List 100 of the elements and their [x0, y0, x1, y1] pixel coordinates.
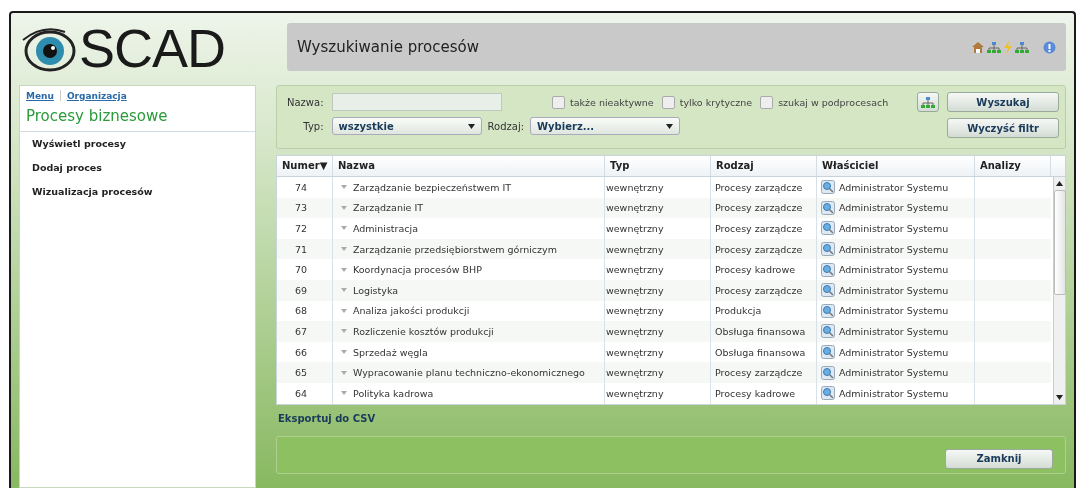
caret-icon — [341, 185, 347, 190]
table-cell: Administrator Systemu — [839, 325, 949, 337]
magnifier-icon[interactable] — [821, 303, 835, 318]
hierarchy-icon[interactable] — [987, 40, 1001, 54]
table-cell: wewnętrzny — [605, 197, 711, 219]
table-cell: 64 — [277, 382, 333, 404]
caret-icon — [341, 267, 347, 272]
column-header[interactable]: Numer▼ — [277, 156, 333, 176]
table-cell: Rozliczenie kosztów produkcji — [353, 325, 494, 337]
table-cell: Administrator Systemu — [839, 284, 949, 296]
table-cell: wewnętrzny — [605, 279, 711, 301]
column-header[interactable]: Nazwa — [333, 156, 605, 176]
table-cell: Procesy zarządcze — [711, 197, 817, 219]
checkbox-label: tylko krytyczne — [679, 96, 753, 108]
magnifier-icon[interactable] — [821, 180, 835, 195]
home-icon[interactable] — [971, 40, 985, 54]
table-cell: 69 — [277, 279, 333, 301]
export-link[interactable]: Eksportuj do CSV — [278, 412, 1064, 424]
scrollbar[interactable] — [1053, 177, 1065, 404]
name-field[interactable] — [331, 93, 502, 111]
magnifier-icon[interactable] — [821, 386, 835, 401]
nav-link[interactable]: Organizacja — [66, 90, 127, 101]
table-cell: 73 — [277, 197, 333, 219]
caret-icon — [341, 370, 347, 375]
field-label: Typ: — [302, 120, 324, 132]
magnifier-icon[interactable] — [821, 283, 835, 298]
help-icon[interactable] — [1043, 40, 1056, 54]
caret-icon — [341, 391, 347, 396]
magnifier-icon[interactable] — [821, 365, 835, 380]
kind-dropdown[interactable]: Wybierz... — [530, 117, 681, 135]
hierarchy-button[interactable] — [917, 92, 939, 112]
table-cell: 74 — [277, 177, 333, 198]
field-label: Nazwa: — [287, 96, 324, 108]
caret-icon — [341, 247, 347, 252]
checkbox[interactable] — [661, 95, 675, 109]
table-cell: wewnętrzny — [605, 362, 711, 383]
clear-filter-button[interactable]: Wyczyść filtr — [947, 118, 1059, 138]
close-button[interactable]: Zamknij — [945, 448, 1053, 469]
type-dropdown[interactable]: wszystkie — [331, 117, 482, 135]
sidebar-item[interactable]: Wizualizacja procesów — [20, 180, 255, 204]
magnifier-icon[interactable] — [821, 262, 835, 277]
table-cell: Procesy zarządcze — [711, 238, 817, 260]
hierarchy-icon[interactable] — [1015, 40, 1029, 54]
caret-icon — [666, 123, 674, 129]
sidebar-item[interactable]: Wyświetl procesy — [20, 132, 255, 156]
column-header[interactable]: Rodzaj — [711, 156, 817, 176]
column-header[interactable]: Analizy — [975, 156, 1051, 176]
magnifier-icon[interactable] — [821, 242, 835, 257]
scroll-up-icon[interactable] — [1056, 181, 1063, 186]
checkbox[interactable] — [552, 95, 565, 109]
caret-icon — [341, 308, 347, 313]
table-cell: Administrator Systemu — [839, 367, 949, 379]
caret-icon — [341, 329, 347, 334]
magnifier-icon[interactable] — [821, 345, 835, 360]
table-cell: Procesy kadrowe — [711, 382, 817, 404]
magnifier-icon[interactable] — [821, 324, 835, 339]
table-cell: Analiza jakości produkcji — [353, 305, 470, 317]
table-cell: Wypracowanie planu techniczno-ekonomicznego — [353, 367, 585, 379]
table-cell: Polityka kadrowa — [353, 387, 434, 399]
table-cell: wewnętrzny — [605, 177, 711, 198]
caret-icon — [467, 123, 475, 129]
column-header[interactable]: Właściciel — [817, 156, 975, 176]
nav-link[interactable]: Menu — [26, 90, 54, 101]
sidebar-title: Procesy biznesowe — [26, 107, 169, 125]
caret-icon — [341, 288, 347, 293]
caret-icon — [341, 226, 347, 231]
table-cell: wewnętrzny — [605, 259, 711, 280]
table-cell: Zarządzanie bezpieczeństwem IT — [353, 181, 512, 193]
table-cell: 65 — [277, 362, 333, 383]
field-label: Rodzaj: — [487, 120, 525, 132]
table-cell: 70 — [277, 259, 333, 280]
table-cell: Administrator Systemu — [839, 387, 949, 399]
search-button[interactable]: Wyszukaj — [947, 92, 1059, 112]
table-cell: Koordynacja procesów BHP — [353, 264, 482, 276]
table-cell: 72 — [277, 218, 333, 239]
sidebar-item[interactable]: Dodaj proces — [20, 156, 255, 180]
table-cell: Sprzedaż węgla — [353, 346, 428, 358]
table-cell: Administrator Systemu — [839, 346, 949, 358]
table-cell: Procesy kadrowe — [711, 259, 817, 280]
table-cell: Administrator Systemu — [839, 305, 949, 317]
checkbox-label: szukaj w podprocesach — [778, 96, 889, 108]
checkbox-label: także nieaktywne — [570, 96, 654, 108]
checkbox[interactable] — [760, 95, 774, 109]
logo-text: SCAD — [79, 21, 226, 75]
caret-icon — [341, 350, 347, 355]
table-cell: wewnętrzny — [605, 218, 711, 239]
hierarchy-icon — [921, 95, 935, 109]
magnifier-icon[interactable] — [821, 221, 835, 236]
table-cell: Procesy zarządcze — [711, 362, 817, 383]
table-cell: Procesy zarządcze — [711, 279, 817, 301]
table-cell: wewnętrzny — [605, 321, 711, 342]
column-header[interactable]: Typ — [605, 156, 711, 176]
table-cell: 71 — [277, 238, 333, 260]
table-cell: Administrator Systemu — [839, 181, 949, 193]
scroll-down-icon[interactable] — [1056, 394, 1063, 400]
table-cell: wewnętrzny — [605, 382, 711, 404]
table-cell: Administrator Systemu — [839, 223, 949, 234]
caret-icon — [341, 205, 347, 210]
table-cell: Procesy zarządcze — [711, 177, 817, 198]
magnifier-icon[interactable] — [821, 200, 835, 215]
